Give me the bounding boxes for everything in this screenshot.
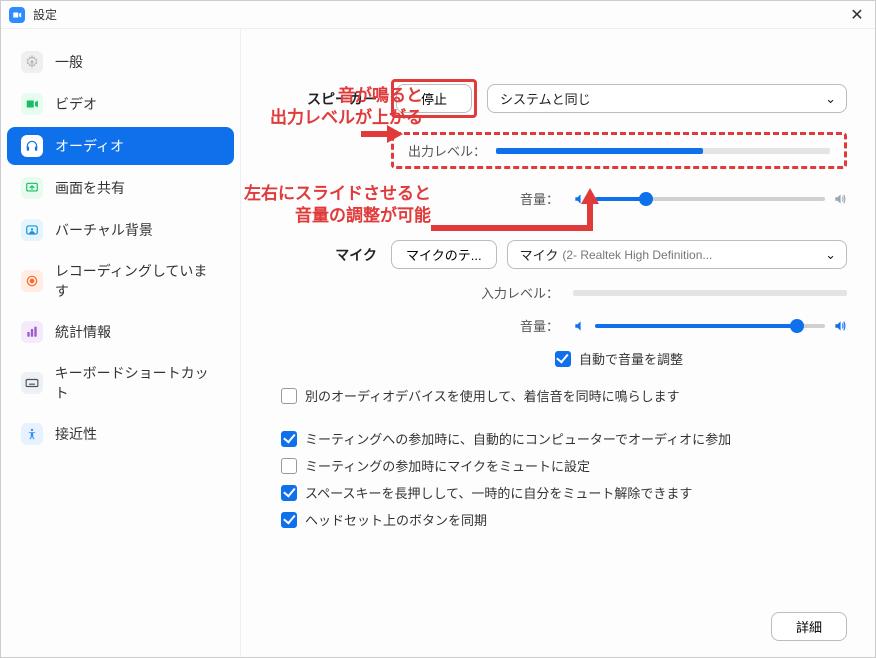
chevron-down-icon: ⌄ xyxy=(825,247,836,263)
mic-section-label: マイク xyxy=(241,245,391,265)
option-label: スペースキーを長押しして、一時的に自分をミュート解除できます xyxy=(305,483,692,502)
titlebar: 設定 ✕ xyxy=(1,1,875,29)
sidebar-item-share[interactable]: 画面を共有 xyxy=(7,169,234,207)
sidebar-item-label: 一般 xyxy=(55,52,83,72)
option-checkbox-4[interactable] xyxy=(281,512,297,528)
output-level-highlight: 出力レベル： xyxy=(391,132,847,169)
output-level-fill xyxy=(496,148,703,154)
speaker-section-label: スピーカー xyxy=(241,89,391,109)
mic-row: マイク マイクのテ... マイク (2- Realtek High Defini… xyxy=(241,240,847,269)
volume-high-icon xyxy=(833,319,847,333)
advanced-button[interactable]: 詳細 xyxy=(771,612,847,641)
sidebar-item-label: 接近性 xyxy=(55,424,97,444)
sidebar-item-label: 画面を共有 xyxy=(55,178,125,198)
volume-high-icon xyxy=(833,192,847,206)
speaker-device-select[interactable]: システムと同じ ⌄ xyxy=(487,84,847,113)
sidebar-item-video[interactable]: ビデオ xyxy=(7,85,234,123)
speaker-volume-slider[interactable] xyxy=(595,197,825,201)
stats-icon xyxy=(21,321,43,343)
window-title: 設定 xyxy=(33,6,847,23)
app-icon xyxy=(9,7,25,23)
option-label: 別のオーディオデバイスを使用して、着信音を同時に鳴らします xyxy=(305,386,680,405)
share-screen-icon xyxy=(21,177,43,199)
option-checkbox-0[interactable] xyxy=(281,388,297,404)
sidebar-item-shortcuts[interactable]: キーボードショートカット xyxy=(7,355,234,411)
volume-low-icon xyxy=(573,192,587,206)
close-button[interactable]: ✕ xyxy=(847,5,867,25)
sidebar: 一般 ビデオ オーディオ 画面を共有 バーチャル背景 レコーディングしています xyxy=(1,29,241,657)
option-row: スペースキーを長押しして、一時的に自分をミュート解除できます xyxy=(281,483,847,502)
mic-test-button[interactable]: マイクのテ... xyxy=(391,240,497,269)
auto-adjust-row: 自動で音量を調整 xyxy=(391,349,847,368)
sidebar-item-vbg[interactable]: バーチャル背景 xyxy=(7,211,234,249)
option-label: ヘッドセット上のボタンを同期 xyxy=(305,510,487,529)
sidebar-item-general[interactable]: 一般 xyxy=(7,43,234,81)
option-label: ミーティングへの参加時に、自動的にコンピューターでオーディオに参加 xyxy=(305,429,731,448)
slider-thumb[interactable] xyxy=(790,319,804,333)
sidebar-item-label: レコーディングしています xyxy=(55,261,220,301)
sidebar-item-label: ビデオ xyxy=(55,94,97,114)
keyboard-icon xyxy=(21,372,43,394)
option-row: ミーティングの参加時にマイクをミュートに設定 xyxy=(281,456,847,475)
sidebar-item-recording[interactable]: レコーディングしています xyxy=(7,253,234,309)
mic-volume-slider[interactable] xyxy=(595,324,825,328)
content: スピーカー 停止 システムと同じ ⌄ 出力レベル： xyxy=(241,29,875,657)
volume-low-icon xyxy=(573,319,587,333)
input-level-meter xyxy=(573,290,847,296)
output-level-meter xyxy=(496,148,830,154)
mic-device-value: マイク xyxy=(520,245,559,264)
option-row: ヘッドセット上のボタンを同期 xyxy=(281,510,847,529)
accessibility-icon xyxy=(21,423,43,445)
speaker-stop-button[interactable]: 停止 xyxy=(396,84,472,113)
mic-volume-label: 音量： xyxy=(241,316,573,335)
slider-thumb[interactable] xyxy=(639,192,653,206)
recording-icon xyxy=(21,270,43,292)
virtual-bg-icon xyxy=(21,219,43,241)
option-checkbox-2[interactable] xyxy=(281,458,297,474)
auto-adjust-label: 自動で音量を調整 xyxy=(579,349,683,368)
speaker-device-value: システムと同じ xyxy=(500,89,591,108)
sidebar-item-label: バーチャル背景 xyxy=(55,220,153,240)
auto-adjust-checkbox[interactable] xyxy=(555,351,571,367)
output-level-label: 出力レベル： xyxy=(408,141,486,160)
video-icon xyxy=(21,93,43,115)
input-level-label: 入力レベル： xyxy=(241,283,573,302)
option-row: ミーティングへの参加時に、自動的にコンピューターでオーディオに参加 xyxy=(281,429,847,448)
output-level-row: 出力レベル： xyxy=(241,132,847,169)
mic-volume-row: 音量： xyxy=(241,316,847,335)
option-row: 別のオーディオデバイスを使用して、着信音を同時に鳴らします xyxy=(281,386,847,405)
speaker-volume-row: 音量： xyxy=(241,189,847,208)
option-checkbox-3[interactable] xyxy=(281,485,297,501)
gear-icon xyxy=(21,51,43,73)
sidebar-item-stats[interactable]: 統計情報 xyxy=(7,313,234,351)
option-label: ミーティングの参加時にマイクをミュートに設定 xyxy=(305,456,590,475)
sidebar-item-accessibility[interactable]: 接近性 xyxy=(7,415,234,453)
option-checkbox-1[interactable] xyxy=(281,431,297,447)
sidebar-item-label: キーボードショートカット xyxy=(55,363,220,403)
speaker-volume-label: 音量： xyxy=(241,189,573,208)
chevron-down-icon: ⌄ xyxy=(825,91,836,107)
headphones-icon xyxy=(21,135,43,157)
body: 一般 ビデオ オーディオ 画面を共有 バーチャル背景 レコーディングしています xyxy=(1,29,875,657)
mic-device-select[interactable]: マイク (2- Realtek High Definition... ⌄ xyxy=(507,240,847,269)
settings-window: 設定 ✕ 一般 ビデオ オーディオ 画面を共有 バーチャル背景 xyxy=(0,0,876,658)
footer: 詳細 xyxy=(771,612,847,641)
speaker-row: スピーカー 停止 システムと同じ ⌄ xyxy=(241,79,847,118)
stop-button-highlight: 停止 xyxy=(391,79,477,118)
input-level-row: 入力レベル： xyxy=(241,283,847,302)
mic-device-detail: (2- Realtek High Definition... xyxy=(562,248,712,262)
sidebar-item-label: オーディオ xyxy=(55,136,124,156)
sidebar-item-audio[interactable]: オーディオ xyxy=(7,127,234,165)
sidebar-item-label: 統計情報 xyxy=(55,322,111,342)
